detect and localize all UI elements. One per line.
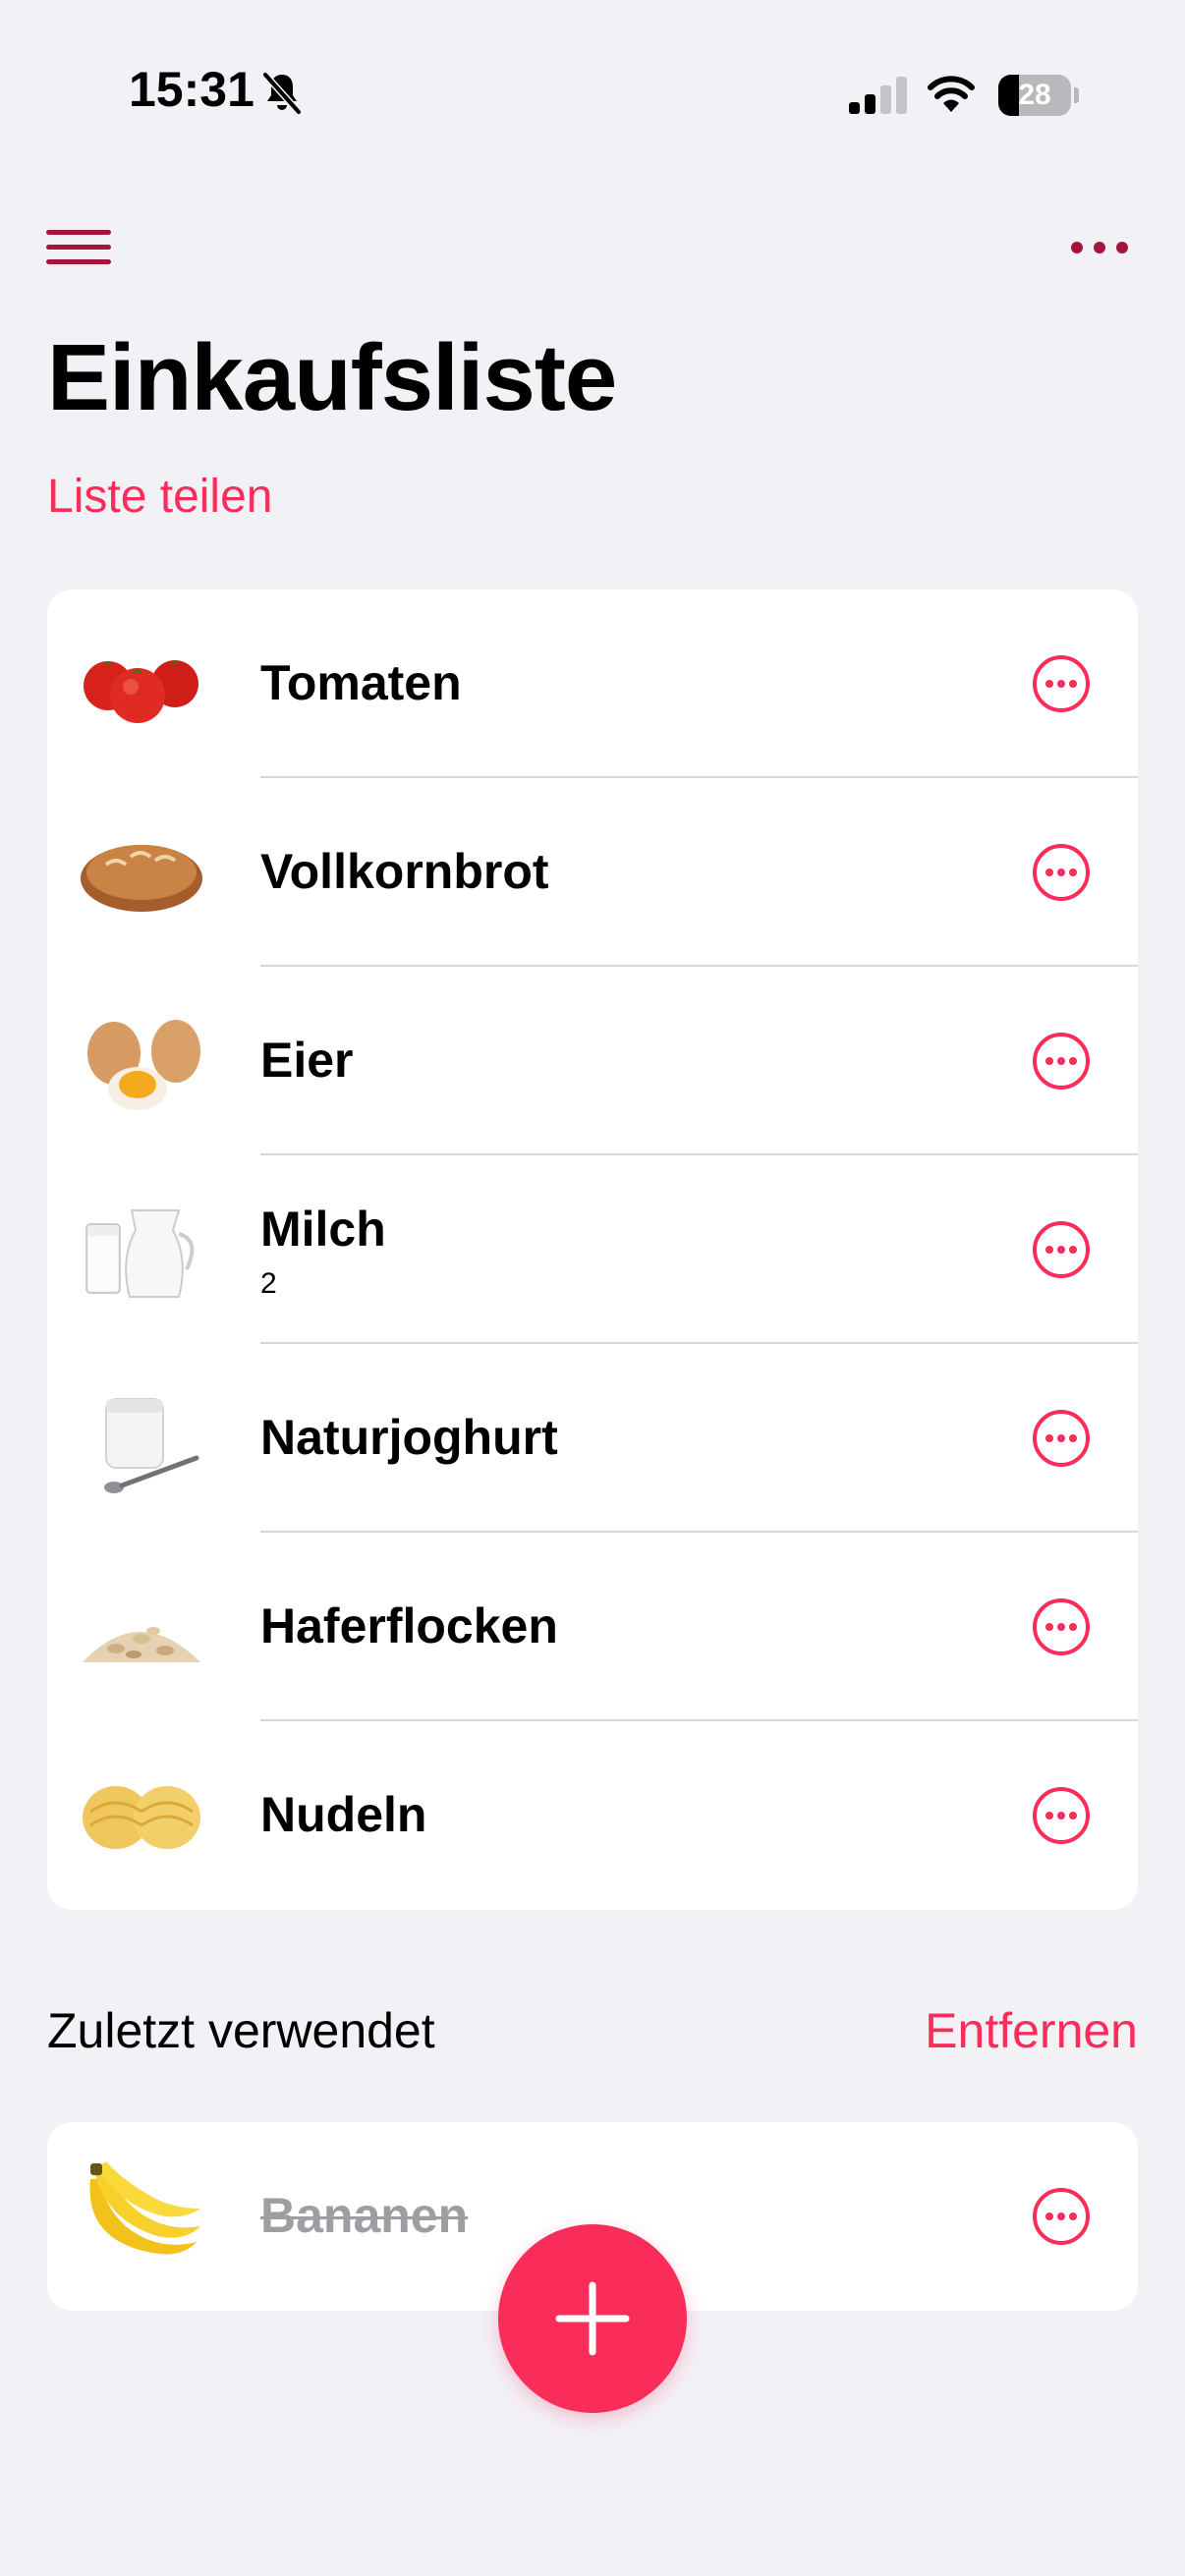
list-item[interactable]: Naturjoghurt [47,1344,1138,1533]
item-name: Naturjoghurt [260,1410,558,1465]
item-options-icon[interactable] [1032,1220,1091,1279]
page-title: Einkaufsliste [47,325,617,430]
hamburger-menu-icon[interactable] [46,226,111,269]
list-item[interactable]: Nudeln [47,1721,1138,1910]
item-options-icon[interactable] [1032,1597,1091,1656]
item-name: Haferflocken [260,1598,558,1653]
plus-icon [555,2281,630,2356]
list-item[interactable]: Milch 2 [47,1155,1138,1344]
item-name: Milch [260,1202,386,1257]
yogurt-image [104,1398,199,1493]
cellular-signal-icon [849,77,907,114]
battery-level: 28 [1018,79,1051,111]
bananas-image [89,2161,200,2255]
item-name: Eier [260,1033,354,1088]
eggs-image [87,1020,200,1110]
share-list-button[interactable]: Liste teilen [47,470,272,524]
item-quantity: 2 [260,1267,277,1300]
oats-image [83,1627,200,1662]
list-item[interactable]: Haferflocken [47,1533,1138,1721]
list-item[interactable]: Eier [47,967,1138,1155]
ellipsis-icon[interactable] [1069,234,1130,261]
recent-section-title: Zuletzt verwendet [47,2003,435,2058]
item-name: Nudeln [260,1787,427,1842]
item-options-icon[interactable] [1032,1786,1091,1845]
item-name: Vollkornbrot [260,844,549,899]
bell-slash-icon [262,72,302,115]
wifi-icon [928,76,975,112]
battery-icon: 28 [998,75,1079,116]
status-time: 15:31 [129,62,254,117]
item-options-icon[interactable] [1032,843,1091,902]
bread-image [81,845,202,912]
pasta-image [83,1786,200,1849]
tomatoes-image [84,660,198,723]
shopping-list: Tomaten Vollkornbrot Eier Milch 2 Naturj… [47,589,1138,1910]
list-item[interactable]: Vollkornbrot [47,778,1138,967]
add-item-button[interactable] [498,2224,687,2413]
milk-image [85,1209,195,1298]
item-options-icon[interactable] [1032,654,1091,713]
list-item[interactable]: Tomaten [47,589,1138,778]
item-options-icon[interactable] [1032,2187,1091,2246]
remove-button[interactable]: Entfernen [925,2002,1138,2059]
item-name: Bananen [260,2188,469,2243]
item-options-icon[interactable] [1032,1032,1091,1091]
item-options-icon[interactable] [1032,1409,1091,1468]
item-name: Tomaten [260,655,462,710]
